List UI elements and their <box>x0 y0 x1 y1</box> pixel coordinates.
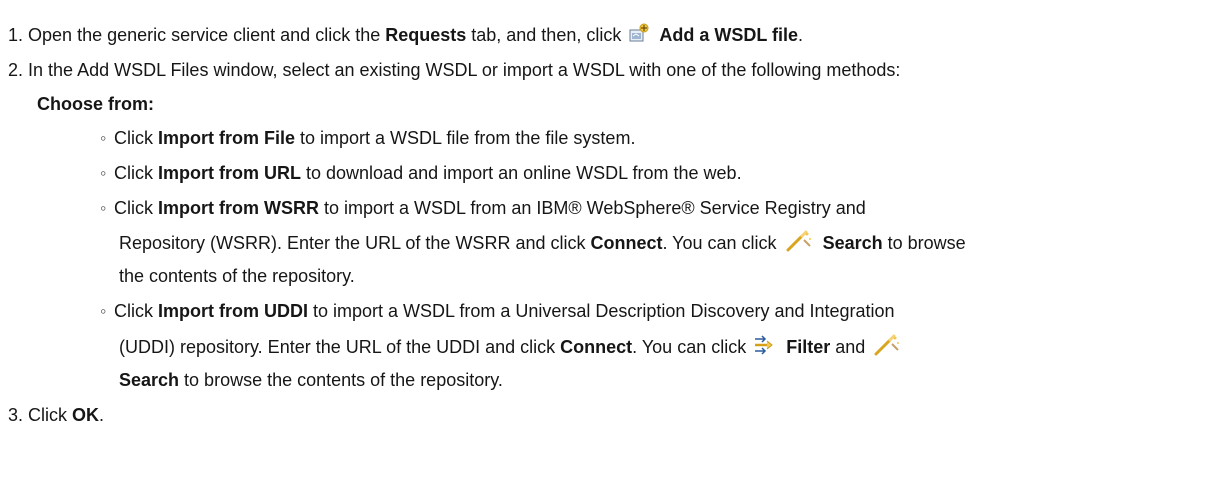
option-import-from-wsrr: ◦ Click Import from WSRR to import a WSDL… <box>100 198 866 218</box>
step-text: . <box>798 25 804 45</box>
import-from-wsrr-label: Import from WSRR <box>158 198 319 218</box>
search-wand-icon <box>872 334 902 362</box>
bullet: ◦ <box>100 128 107 148</box>
search-label: Search <box>822 233 883 253</box>
add-wsdl-icon <box>628 22 650 50</box>
ok-label: OK <box>72 405 100 425</box>
connect-label: Connect <box>590 233 663 253</box>
step-text: tab, and then, click <box>466 25 627 45</box>
option-import-from-url: ◦ Click Import from URL to download and i… <box>100 163 742 183</box>
step-number: 3. <box>8 405 24 425</box>
search-wand-icon <box>784 230 814 258</box>
option-wsrr-line-3: the contents of the repository. <box>119 266 355 286</box>
choose-from-heading: Choose from: <box>37 94 154 114</box>
import-from-url-label: Import from URL <box>158 163 301 183</box>
step-text: Open the generic service client and clic… <box>28 25 386 45</box>
option-wsrr-line-2: Repository (WSRR). Enter the URL of the … <box>119 230 966 258</box>
step-number: 1. <box>8 25 24 45</box>
step-1: 1. Open the generic service client and c… <box>8 22 803 50</box>
bullet: ◦ <box>100 163 107 183</box>
bullet: ◦ <box>100 301 107 321</box>
import-from-file-label: Import from File <box>158 128 296 148</box>
option-uddi-line-3: Search to browse the contents of the rep… <box>119 370 503 390</box>
step-text: In the Add WSDL Files window, select an … <box>28 60 901 80</box>
option-import-from-file: ◦ Click Import from File to import a WSDL… <box>100 128 636 148</box>
connect-label: Connect <box>560 337 633 357</box>
filter-arrows-icon <box>753 334 777 362</box>
option-import-from-uddi: ◦ Click Import from UDDI to import a WSDL… <box>100 301 895 321</box>
filter-label: Filter <box>786 337 831 357</box>
step-number: 2. <box>8 60 24 80</box>
search-label: Search <box>119 370 180 390</box>
import-from-uddi-label: Import from UDDI <box>158 301 308 321</box>
bullet: ◦ <box>100 198 107 218</box>
step-2: 2. In the Add WSDL Files window, select … <box>8 58 900 82</box>
option-uddi-line-2: (UDDI) repository. Enter the URL of the … <box>119 334 906 362</box>
requests-tab-label: Requests <box>385 25 467 45</box>
step-3: 3. Click OK. <box>8 405 105 425</box>
add-wsdl-file-label: Add a WSDL file <box>659 25 799 45</box>
